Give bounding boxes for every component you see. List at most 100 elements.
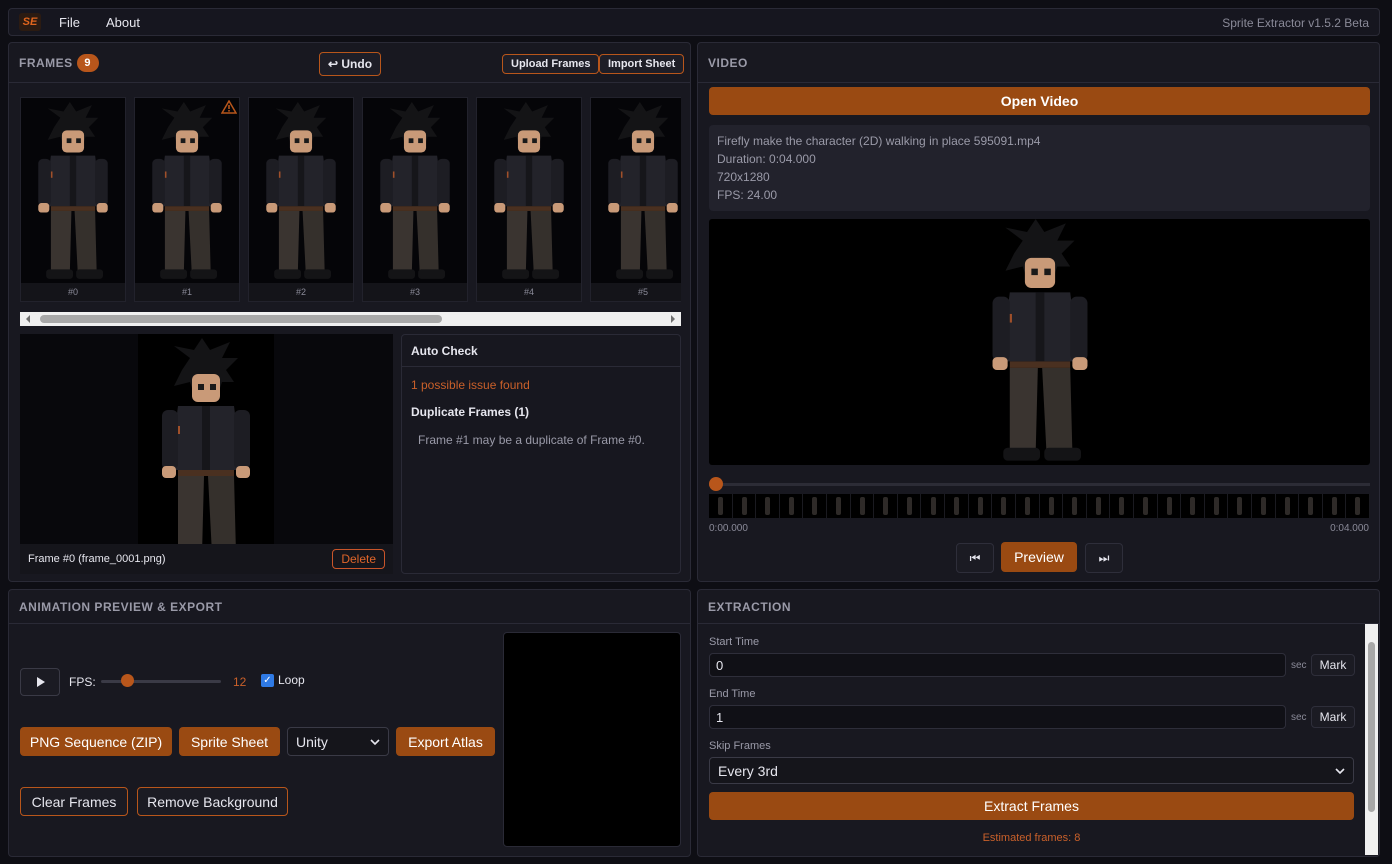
timeline-handle[interactable] xyxy=(709,477,723,491)
scroll-left-icon[interactable] xyxy=(23,312,33,326)
sprite-sheet-button[interactable]: Sprite Sheet xyxy=(179,727,280,756)
video-viewport[interactable] xyxy=(709,219,1370,465)
chevron-down-icon xyxy=(370,738,380,745)
scrollbar-thumb[interactable] xyxy=(1368,642,1375,812)
frame-thumb[interactable]: #1 xyxy=(134,97,240,302)
frame-label: #1 xyxy=(135,283,239,301)
frame-label: #3 xyxy=(363,283,467,301)
sprite-image xyxy=(608,102,678,279)
filmstrip-cell[interactable] xyxy=(1323,494,1347,518)
fps-slider-track[interactable] xyxy=(101,680,221,683)
extraction-title: EXTRACTION xyxy=(708,599,791,614)
frame-thumb[interactable]: #2 xyxy=(248,97,354,302)
filmstrip-cell[interactable] xyxy=(945,494,969,518)
filmstrip-cell[interactable] xyxy=(1276,494,1300,518)
extraction-header: EXTRACTION xyxy=(698,590,1379,624)
filmstrip-cell[interactable] xyxy=(803,494,828,518)
frames-strip[interactable]: #0 #1 #2 #3 #4 #5 xyxy=(20,97,681,303)
filmstrip-cell[interactable] xyxy=(1205,494,1229,518)
frame-thumb[interactable]: #3 xyxy=(362,97,468,302)
preview-footer: Frame #0 (frame_0001.png) Delete xyxy=(20,544,393,574)
timeline-track[interactable] xyxy=(709,483,1370,486)
video-info: Firefly make the character (2D) walking … xyxy=(709,125,1370,211)
delete-frame-button[interactable]: Delete xyxy=(332,549,385,569)
frames-panel: FRAMES 9 ↩ Undo Upload Frames Import She… xyxy=(8,42,691,582)
filmstrip-cell[interactable] xyxy=(1228,494,1253,518)
filmstrip-cell[interactable] xyxy=(1087,494,1111,518)
filmstrip-cell[interactable] xyxy=(1040,494,1064,518)
filmstrip-cell[interactable] xyxy=(1252,494,1276,518)
frame-thumb[interactable]: #0 xyxy=(20,97,126,302)
filmstrip-cell[interactable] xyxy=(709,494,733,518)
filmstrip-cell[interactable] xyxy=(851,494,875,518)
frame-thumb[interactable]: #4 xyxy=(476,97,582,302)
filmstrip-cell[interactable] xyxy=(969,494,993,518)
preview-button[interactable]: Preview xyxy=(1001,542,1077,572)
engine-select[interactable]: Unity xyxy=(287,727,389,756)
filmstrip-cell[interactable] xyxy=(1346,494,1371,518)
scrollbar-thumb[interactable] xyxy=(40,315,442,323)
extract-frames-button[interactable]: Extract Frames xyxy=(709,792,1354,820)
filmstrip-cell[interactable] xyxy=(921,494,946,518)
sprite-image xyxy=(162,338,250,562)
estimated-frames: Estimated frames: 8 xyxy=(982,832,1081,844)
mark-start-button[interactable]: Mark xyxy=(1311,654,1355,676)
clear-frames-button[interactable]: Clear Frames xyxy=(20,787,128,816)
import-sheet-button[interactable]: Import Sheet xyxy=(599,54,685,74)
frame-thumb[interactable]: #5 xyxy=(590,97,681,302)
sprite-image xyxy=(266,102,336,279)
issue-title: Duplicate Frames (1) xyxy=(411,405,530,419)
video-fps: FPS: 24.00 xyxy=(717,188,778,202)
loop-toggle[interactable]: ✓ Loop xyxy=(261,673,305,687)
auto-check-panel: Auto Check 1 possible issue found Duplic… xyxy=(401,334,681,574)
menu-about[interactable]: About xyxy=(106,15,140,30)
filmstrip-cell[interactable] xyxy=(827,494,851,518)
filmstrip-cell[interactable] xyxy=(992,494,1016,518)
mark-end-button[interactable]: Mark xyxy=(1311,706,1355,728)
filmstrip-cell[interactable] xyxy=(874,494,898,518)
warning-icon xyxy=(221,100,237,114)
remove-background-button[interactable]: Remove Background xyxy=(137,787,288,816)
undo-button[interactable]: ↩ Undo xyxy=(319,52,382,76)
filmstrip-cell[interactable] xyxy=(1181,494,1205,518)
selected-frame-canvas xyxy=(138,334,274,562)
open-video-button[interactable]: Open Video xyxy=(709,87,1370,115)
filmstrip-cell[interactable] xyxy=(1299,494,1323,518)
skip-frames-select[interactable]: Every 3rd xyxy=(709,757,1354,784)
play-button[interactable] xyxy=(20,668,60,696)
end-time-value: 1 xyxy=(716,709,724,725)
png-sequence-button[interactable]: PNG Sequence (ZIP) xyxy=(20,727,172,756)
video-resolution: 720x1280 xyxy=(717,170,770,184)
filmstrip-cell[interactable] xyxy=(1016,494,1040,518)
sprite-image xyxy=(380,102,450,279)
loop-checkbox[interactable]: ✓ xyxy=(261,673,274,687)
selected-frame-caption: Frame #0 (frame_0001.png) xyxy=(28,553,166,565)
frame-label: #4 xyxy=(477,283,581,301)
frames-header: FRAMES 9 ↩ Undo Upload Frames Import She… xyxy=(9,43,690,83)
start-time-input[interactable]: 0 xyxy=(709,653,1286,677)
menu-file[interactable]: File xyxy=(59,15,80,30)
timeline-filmstrip[interactable] xyxy=(709,494,1371,518)
filmstrip-cell[interactable] xyxy=(1134,494,1158,518)
animation-preview-canvas xyxy=(503,632,681,847)
filmstrip-cell[interactable] xyxy=(1063,494,1087,518)
extraction-scrollbar[interactable] xyxy=(1365,624,1378,855)
scroll-right-icon[interactable] xyxy=(668,312,678,326)
filmstrip-cell[interactable] xyxy=(1110,494,1134,518)
fps-slider-handle[interactable] xyxy=(121,674,134,687)
filmstrip-cell[interactable] xyxy=(756,494,780,518)
end-time-input[interactable]: 1 xyxy=(709,705,1286,729)
filmstrip-cell[interactable] xyxy=(780,494,804,518)
start-sec-unit: sec xyxy=(1291,660,1307,671)
skip-forward-button[interactable]: ⏭ xyxy=(1085,543,1123,573)
frames-scrollbar[interactable] xyxy=(20,312,681,326)
filmstrip-cell[interactable] xyxy=(898,494,922,518)
filmstrip-cell[interactable] xyxy=(1158,494,1182,518)
issue-summary: 1 possible issue found xyxy=(411,378,530,392)
skip-back-button[interactable]: ⏮ xyxy=(956,543,994,573)
filmstrip-cell[interactable] xyxy=(733,494,757,518)
video-filename: Firefly make the character (2D) walking … xyxy=(717,134,1041,148)
end-time-label: End Time xyxy=(709,688,756,700)
upload-frames-button[interactable]: Upload Frames xyxy=(502,54,600,74)
export-atlas-button[interactable]: Export Atlas xyxy=(396,727,495,756)
